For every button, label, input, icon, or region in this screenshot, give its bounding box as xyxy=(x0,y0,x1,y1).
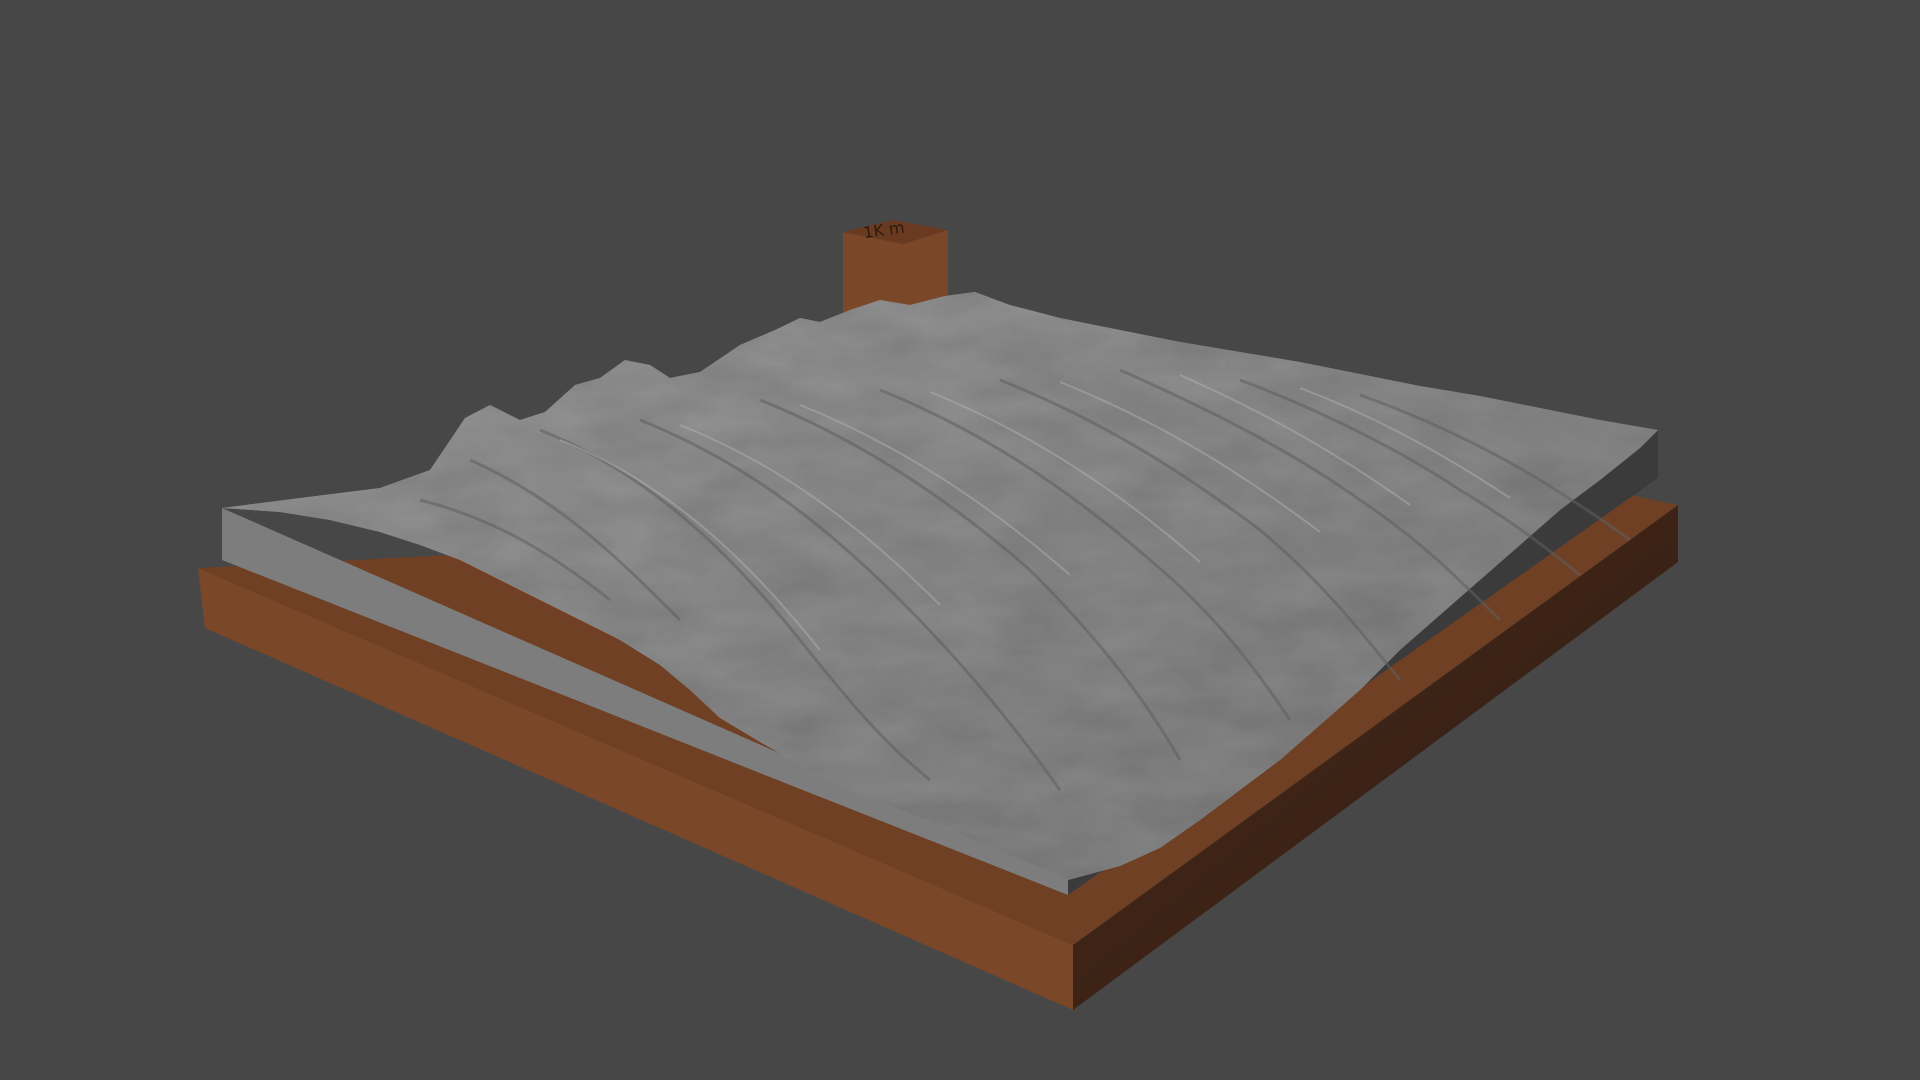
3d-viewport[interactable]: 1K m xyxy=(0,0,1920,1080)
scene-render[interactable]: 1K m xyxy=(0,0,1920,1080)
